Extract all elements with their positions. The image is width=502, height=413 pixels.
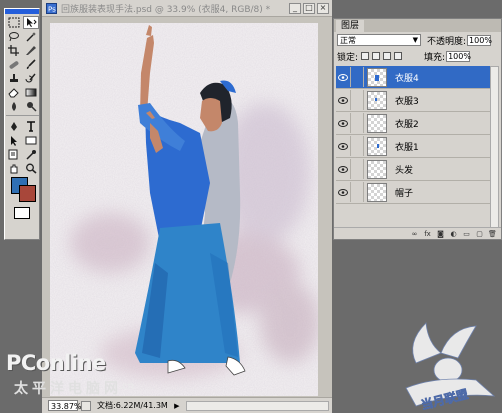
visibility-eye-icon[interactable] [336, 67, 351, 87]
trash-icon[interactable]: 🗑 [488, 230, 497, 238]
new-layer-icon[interactable]: ▢ [475, 230, 484, 238]
layer-name[interactable]: 帽子 [395, 186, 413, 199]
layers-bottom-bar: ∞ fx ◙ ◐ ▭ ▢ 🗑 [334, 227, 501, 239]
blend-mode-select[interactable]: 正常 ▼ [337, 34, 421, 46]
dodge-tool-icon[interactable] [23, 100, 39, 113]
eyedropper-tool-icon[interactable] [23, 148, 39, 161]
layer-row[interactable]: 头发 [336, 158, 491, 181]
layer-thumbnail [367, 90, 387, 110]
slice-tool-icon[interactable] [23, 44, 39, 57]
eraser-tool-icon[interactable] [6, 86, 22, 99]
layer-name[interactable]: 衣服3 [395, 94, 419, 107]
color-swatches [5, 177, 39, 203]
layer-thumbnail [367, 136, 387, 156]
pen-tool-icon[interactable] [6, 120, 22, 133]
document-icon: Ps [46, 2, 57, 14]
hand-tool-icon[interactable] [6, 162, 22, 175]
tab-layers[interactable]: 图层 [336, 20, 365, 32]
zoom-level-field[interactable]: 33.87% [48, 400, 82, 411]
fx-icon[interactable]: fx [423, 230, 432, 238]
close-button[interactable]: × [317, 2, 329, 14]
tool-separator [6, 115, 39, 118]
crop-tool-icon[interactable] [6, 44, 22, 57]
path-selection-tool-icon[interactable] [6, 134, 22, 147]
pconline-watermark: PConline [6, 351, 106, 375]
blur-tool-icon[interactable] [6, 100, 22, 113]
zoom-tool-icon[interactable] [23, 162, 39, 175]
layer-row[interactable]: 帽子 [336, 181, 491, 204]
alliance-logo: 当月联盟 [405, 322, 496, 413]
document-title: 回族服装表现手法.psd @ 33.9% (衣服4, RGB/8) * [61, 4, 271, 15]
rectangle-tool-icon[interactable] [23, 134, 39, 147]
layer-row[interactable]: 衣服1 [336, 135, 491, 158]
opacity-label: 不透明度: [427, 36, 467, 47]
canvas-area[interactable] [42, 17, 332, 398]
document-titlebar[interactable]: Ps 回族服装表现手法.psd @ 33.9% (衣服4, RGB/8) * _… [42, 0, 332, 17]
layers-scrollbar[interactable] [490, 66, 499, 228]
healing-brush-tool-icon[interactable] [6, 58, 22, 71]
visibility-eye-icon[interactable] [336, 113, 351, 133]
status-menu-button[interactable] [81, 400, 91, 411]
background-color-swatch[interactable] [19, 185, 36, 202]
lock-transparency-icon[interactable] [361, 52, 370, 60]
tools-palette [4, 8, 40, 240]
visibility-eye-icon[interactable] [336, 90, 351, 110]
visibility-eye-icon[interactable] [336, 136, 351, 156]
adjustment-icon[interactable]: ◐ [449, 230, 458, 238]
maximize-button[interactable]: □ [303, 2, 315, 14]
quick-mask-icon[interactable] [14, 207, 30, 219]
layer-thumbnail [367, 159, 387, 179]
clone-stamp-tool-icon[interactable] [6, 72, 22, 85]
horizontal-scrollbar[interactable] [185, 400, 329, 411]
svg-text:Ps: Ps [48, 5, 56, 13]
layer-thumbnail [367, 182, 387, 202]
mask-icon[interactable]: ◙ [436, 230, 445, 238]
opacity-field[interactable]: 100% [467, 34, 492, 46]
fill-label: 填充: [424, 52, 446, 63]
edit-brush-icon [351, 67, 364, 87]
pconline-subtitle: 太平洋电脑网 [14, 381, 122, 397]
layer-name[interactable]: 衣服4 [395, 71, 419, 84]
layer-name[interactable]: 头发 [395, 163, 413, 176]
lasso-tool-icon[interactable] [6, 30, 22, 43]
fill-field[interactable]: 100% [446, 50, 471, 62]
visibility-eye-icon[interactable] [336, 159, 351, 179]
brush-tool-icon[interactable] [23, 58, 39, 71]
gradient-tool-icon[interactable] [23, 86, 39, 99]
document-size: 文档:6.22M/41.3M [97, 401, 168, 410]
link-icon[interactable]: ∞ [410, 230, 419, 238]
status-bar: 33.87% 文档:6.22M/41.3M ▶ [42, 397, 332, 413]
folder-icon[interactable]: ▭ [462, 230, 471, 238]
document-canvas[interactable] [50, 23, 318, 396]
lock-all-icon[interactable] [394, 52, 403, 60]
status-arrow-icon[interactable]: ▶ [172, 401, 182, 411]
layer-name[interactable]: 衣服2 [395, 117, 419, 130]
marquee-tool-icon[interactable] [6, 16, 22, 29]
layer-row[interactable]: 衣服4 [336, 66, 491, 89]
lock-position-icon[interactable] [383, 52, 392, 60]
minimize-button[interactable]: _ [289, 2, 301, 14]
type-tool-icon[interactable] [23, 120, 39, 133]
layer-row[interactable]: 衣服2 [336, 112, 491, 135]
layer-thumbnail [367, 113, 387, 133]
layer-row[interactable]: 衣服3 [336, 89, 491, 112]
move-tool-icon[interactable] [23, 16, 39, 29]
history-brush-tool-icon[interactable] [23, 72, 39, 85]
layer-name[interactable]: 衣服1 [395, 140, 419, 153]
magic-wand-tool-icon[interactable] [23, 30, 39, 43]
pconline-domain: .cn [119, 381, 135, 392]
layers-panel: 图层 正常 ▼ 不透明度: 100% 锁定: 填充: 100% 衣服4 衣服3 [333, 18, 502, 240]
blend-mode-value: 正常 [340, 36, 356, 45]
lock-pixels-icon[interactable] [372, 52, 381, 60]
chevron-down-icon: ▼ [412, 36, 418, 44]
layer-list: 衣服4 衣服3 衣服2 衣服1 头发 帽子 [336, 66, 491, 228]
visibility-eye-icon[interactable] [336, 182, 351, 202]
notes-tool-icon[interactable] [6, 148, 22, 161]
lock-label: 锁定: [337, 52, 359, 63]
layer-thumbnail [367, 67, 387, 87]
